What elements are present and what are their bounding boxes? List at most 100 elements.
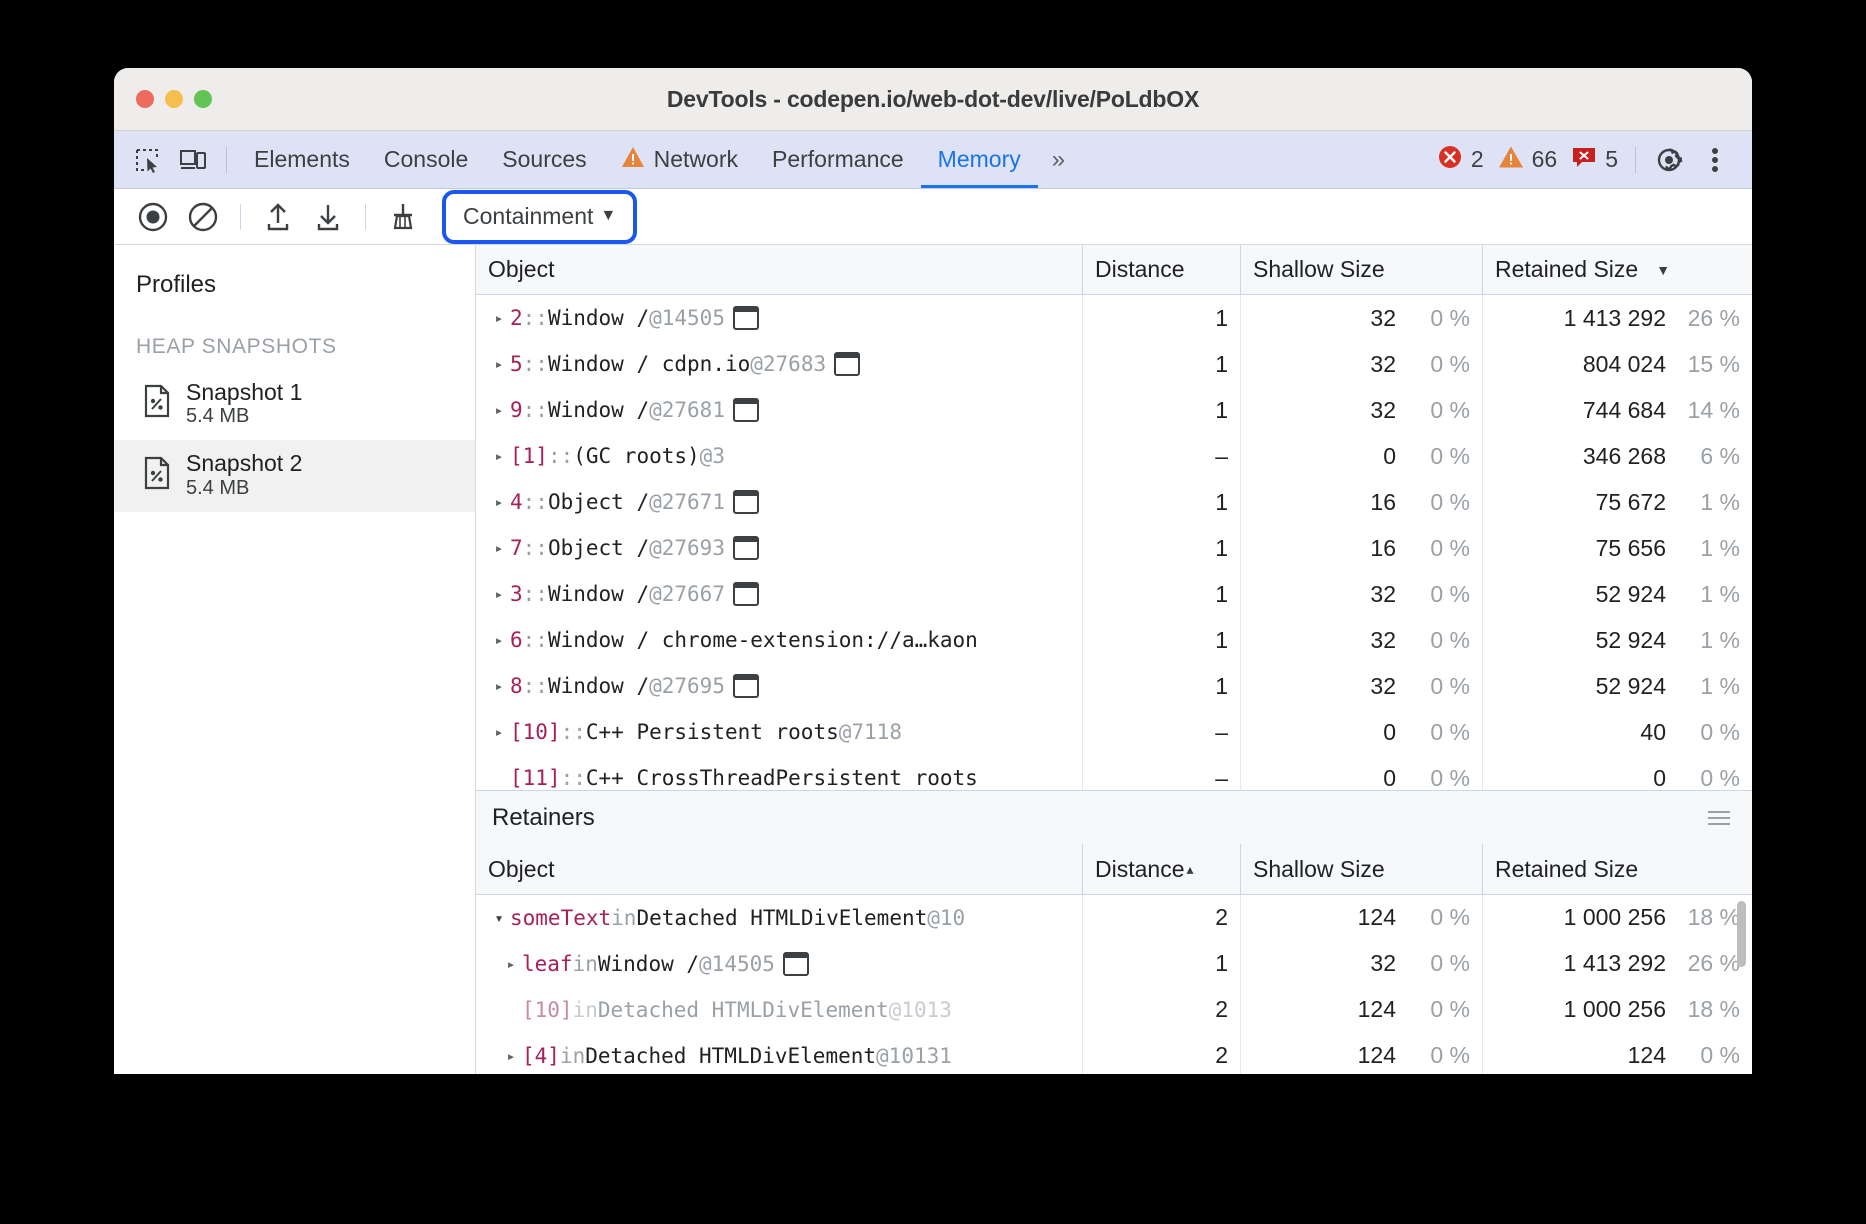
- table-row[interactable]: ▸[4] in Detached HTMLDivElement @1013121…: [476, 1033, 1752, 1074]
- column-header-distance[interactable]: Distance: [1082, 245, 1240, 295]
- retainers-column-header-retained-size[interactable]: Retained Size: [1482, 844, 1752, 894]
- error-count[interactable]: 2: [1430, 144, 1491, 176]
- table-row[interactable]: ▸3 :: Window / @276671320 %52 9241 %: [476, 571, 1752, 617]
- tab-performance[interactable]: Performance: [755, 132, 921, 188]
- record-icon[interactable]: [128, 195, 178, 239]
- row-retained-size: 52 924: [1596, 581, 1666, 608]
- row-object-cell[interactable]: ▸[1] :: (GC roots) @3: [476, 433, 1082, 479]
- row-shallow-percent: 0 %: [1396, 1042, 1470, 1069]
- upload-icon[interactable]: [253, 195, 303, 239]
- retainers-column-header-object[interactable]: Object: [476, 844, 1082, 894]
- expand-triangle-icon[interactable]: ▸: [488, 355, 510, 373]
- table-row[interactable]: ▸6 :: Window / chrome-extension://a…kaon…: [476, 617, 1752, 663]
- more-tabs-icon[interactable]: »: [1038, 146, 1077, 174]
- download-icon[interactable]: [303, 195, 353, 239]
- table-row[interactable]: [11] :: C++ CrossThreadPersistent roots–…: [476, 755, 1752, 790]
- tab-console[interactable]: Console: [367, 132, 485, 188]
- issue-count[interactable]: 5: [1564, 145, 1625, 175]
- row-object-cell[interactable]: ▸9 :: Window / @27681: [476, 387, 1082, 433]
- retainers-column-header-distance[interactable]: Distance ▴: [1082, 844, 1240, 894]
- expand-triangle-icon[interactable]: ▸: [488, 401, 510, 419]
- table-row[interactable]: ▸2 :: Window / @145051320 %1 413 29226 %: [476, 295, 1752, 341]
- hamburger-icon[interactable]: [1708, 811, 1730, 825]
- table-row[interactable]: [10] in Detached HTMLDivElement @1013212…: [476, 987, 1752, 1033]
- warning-count[interactable]: 66: [1491, 145, 1565, 175]
- expand-triangle-icon[interactable]: ▸: [488, 631, 510, 649]
- table-row[interactable]: ▸7 :: Object / @276931160 %75 6561 %: [476, 525, 1752, 571]
- row-retained-cell: 1240 %: [1482, 1033, 1752, 1074]
- expand-triangle-icon[interactable]: ▸: [500, 1047, 522, 1065]
- row-shallow-size: 0: [1383, 719, 1396, 746]
- row-shallow-cell: 00 %: [1240, 433, 1482, 479]
- expand-triangle-icon[interactable]: ▸: [488, 677, 510, 695]
- row-name: Object /: [548, 490, 649, 514]
- retainers-title: Retainers: [492, 804, 595, 832]
- expand-triangle-icon[interactable]: ▸: [488, 493, 510, 511]
- column-header-object[interactable]: Object: [476, 245, 1082, 295]
- row-separator: ::: [523, 490, 548, 514]
- expand-triangle-icon[interactable]: ▸: [500, 955, 522, 973]
- row-retained-cell: 400 %: [1482, 709, 1752, 755]
- column-label: Distance: [1095, 256, 1184, 283]
- sidebar-item-snapshot-1[interactable]: Snapshot 1 5.4 MB: [114, 369, 475, 440]
- column-header-retained-size[interactable]: Retained Size ▼: [1482, 245, 1752, 295]
- row-object-cell[interactable]: ▸5 :: Window / cdpn.io @27683: [476, 341, 1082, 387]
- expand-triangle-icon[interactable]: ▸: [488, 447, 510, 465]
- row-object-cell[interactable]: ▸7 :: Object / @27693: [476, 525, 1082, 571]
- table-row[interactable]: ▸[10] :: C++ Persistent roots @7118–00 %…: [476, 709, 1752, 755]
- sidebar-item-snapshot-2[interactable]: Snapshot 2 5.4 MB: [114, 440, 475, 511]
- row-retained-size: 1 413 292: [1564, 950, 1666, 977]
- row-object-cell[interactable]: ▸2 :: Window / @14505: [476, 295, 1082, 341]
- expand-triangle-icon[interactable]: ▸: [488, 723, 510, 741]
- tab-memory[interactable]: Memory: [921, 132, 1038, 188]
- row-shallow-size: 0: [1383, 443, 1396, 470]
- row-retained-cell: 744 68414 %: [1482, 387, 1752, 433]
- row-object-cell[interactable]: ▸4 :: Object / @27671: [476, 479, 1082, 525]
- zoom-button[interactable]: [194, 90, 212, 108]
- row-object-cell[interactable]: ▸[10] :: C++ Persistent roots @7118: [476, 709, 1082, 755]
- kebab-menu-icon[interactable]: [1692, 139, 1738, 181]
- retainers-column-header-shallow-size[interactable]: Shallow Size: [1240, 844, 1482, 894]
- clear-icon[interactable]: [178, 195, 228, 239]
- table-row[interactable]: ▸leaf in Window / @145051320 %1 413 2922…: [476, 941, 1752, 987]
- table-row[interactable]: ▸9 :: Window / @276811320 %744 68414 %: [476, 387, 1752, 433]
- row-distance: 1: [1095, 351, 1228, 378]
- window-object-icon: [733, 306, 759, 330]
- sidebar-item-text: Snapshot 1 5.4 MB: [186, 379, 302, 428]
- row-relation: in: [611, 906, 636, 930]
- row-object-cell[interactable]: ▸3 :: Window / @27667: [476, 571, 1082, 617]
- table-row[interactable]: ▸4 :: Object / @276711160 %75 6721 %: [476, 479, 1752, 525]
- table-row[interactable]: ▸5 :: Window / cdpn.io @276831320 %804 0…: [476, 341, 1752, 387]
- expand-triangle-icon[interactable]: ▸: [488, 539, 510, 557]
- column-header-shallow-size[interactable]: Shallow Size: [1240, 245, 1482, 295]
- tab-network[interactable]: Network: [604, 132, 755, 188]
- tab-sources[interactable]: Sources: [485, 132, 603, 188]
- row-object-cell[interactable]: ▸[4] in Detached HTMLDivElement @10131: [476, 1033, 1082, 1074]
- row-object-cell[interactable]: [10] in Detached HTMLDivElement @1013: [476, 987, 1082, 1033]
- view-select[interactable]: Containment ▼: [449, 197, 630, 237]
- table-row[interactable]: ▾someText in Detached HTMLDivElement @10…: [476, 895, 1752, 941]
- row-object-cell[interactable]: ▸8 :: Window / @27695: [476, 663, 1082, 709]
- broom-icon[interactable]: [378, 195, 428, 239]
- table-row[interactable]: ▸[1] :: (GC roots) @3–00 %346 2686 %: [476, 433, 1752, 479]
- minimize-button[interactable]: [165, 90, 183, 108]
- row-retained-cell: 52 9241 %: [1482, 617, 1752, 663]
- retainers-scrollbar[interactable]: [1736, 895, 1748, 1074]
- row-object-cell[interactable]: ▸leaf in Window / @14505: [476, 941, 1082, 987]
- gear-icon[interactable]: [1646, 139, 1692, 181]
- row-distance: 2: [1095, 904, 1228, 931]
- close-button[interactable]: [136, 90, 154, 108]
- toolbar-divider: [226, 147, 227, 173]
- inspect-element-icon[interactable]: [124, 139, 170, 181]
- tab-elements[interactable]: Elements: [237, 132, 367, 188]
- panel-toolbar-divider-1: [240, 204, 241, 230]
- row-object-cell[interactable]: ▾someText in Detached HTMLDivElement @10: [476, 895, 1082, 941]
- table-row[interactable]: ▸8 :: Window / @276951320 %52 9241 %: [476, 663, 1752, 709]
- device-toolbar-icon[interactable]: [170, 139, 216, 181]
- expand-triangle-icon[interactable]: ▸: [488, 309, 510, 327]
- row-object-cell[interactable]: [11] :: C++ CrossThreadPersistent roots: [476, 755, 1082, 790]
- scrollbar-thumb[interactable]: [1737, 901, 1746, 967]
- expand-triangle-icon[interactable]: ▾: [488, 909, 510, 927]
- row-object-cell[interactable]: ▸6 :: Window / chrome-extension://a…kaon: [476, 617, 1082, 663]
- expand-triangle-icon[interactable]: ▸: [488, 585, 510, 603]
